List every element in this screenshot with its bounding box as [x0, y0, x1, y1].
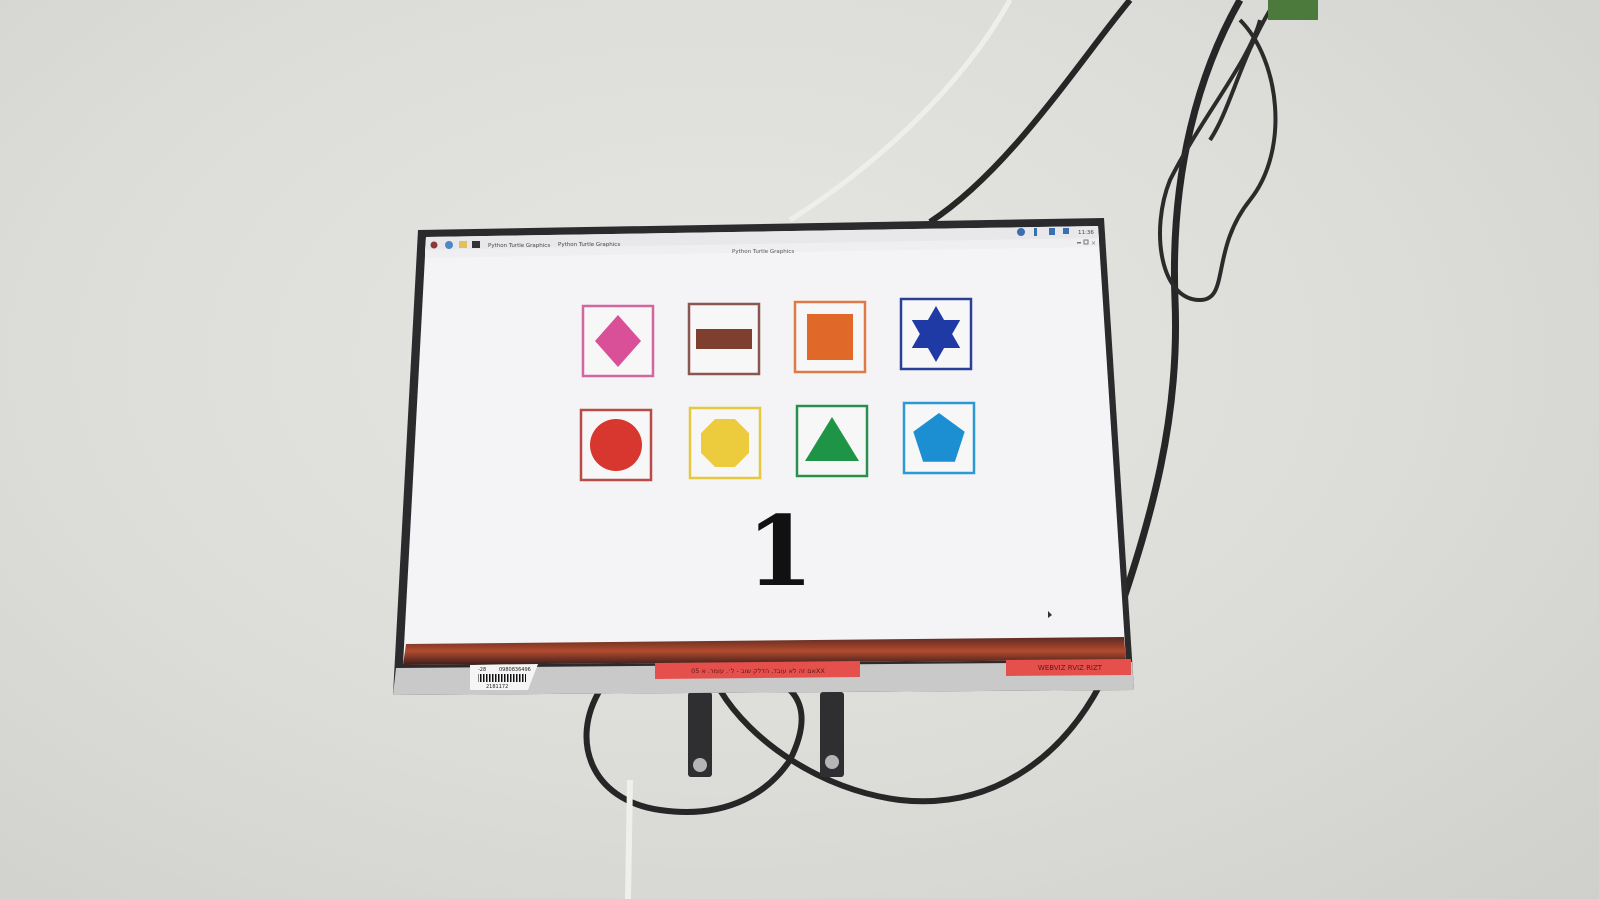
asset-tag-serial: 2181172: [486, 684, 508, 690]
volume-icon[interactable]: [1063, 228, 1069, 234]
circle-shape-icon: [590, 419, 642, 471]
barcode-icon: [478, 674, 526, 682]
svg-text:×: ×: [1091, 240, 1096, 247]
rectangle-shape-icon: [696, 329, 752, 349]
octagon-shape-icon: [701, 419, 749, 467]
shape-tile-octagon[interactable]: [688, 406, 762, 480]
taskbar-clock: 11:36: [1078, 230, 1094, 236]
window-title: Python Turtle Graphics: [732, 249, 794, 255]
browser-icon[interactable]: [445, 241, 453, 249]
asset-tag-id: 0980836496: [499, 667, 531, 673]
shape-tile-triangle[interactable]: [795, 404, 869, 478]
shape-tile-star[interactable]: [899, 297, 973, 371]
window-close-icon[interactable]: ×: [1091, 240, 1096, 247]
photo-scene: Python Turtle Graphics Python Turtle Gra…: [0, 0, 1599, 899]
bluetooth-icon[interactable]: [1034, 228, 1037, 236]
terminal-icon[interactable]: [472, 241, 480, 248]
warning-sticker-text: אם זה לא עובד, הדלק שוב - ל׳. עומר. א 05…: [691, 667, 825, 675]
counter-number: 1: [747, 495, 814, 608]
asset-tag-sticker: -28 0980836496 2181172: [470, 664, 538, 690]
asset-tag-small: -28: [478, 667, 486, 673]
shape-tile-diamond[interactable]: [581, 304, 655, 378]
monitor: Python Turtle Graphics Python Turtle Gra…: [393, 218, 1134, 695]
wifi-icon[interactable]: [1049, 228, 1055, 235]
network-icon[interactable]: [1017, 228, 1025, 236]
square-shape-icon: [807, 314, 853, 360]
shape-tile-circle[interactable]: [579, 408, 653, 482]
name-sticker: WEBVIZ RVIZ RIZT: [1006, 659, 1131, 676]
name-sticker-text: WEBVIZ RVIZ RIZT: [1038, 664, 1103, 672]
shape-tile-square[interactable]: [793, 300, 867, 374]
window-minimize-icon[interactable]: [1077, 242, 1081, 244]
shape-tile-rectangle[interactable]: [687, 302, 761, 376]
taskbar-menu-icon[interactable]: [430, 241, 438, 249]
shape-tile-pentagon[interactable]: [902, 401, 976, 475]
warning-sticker: אם זה לא עובד, הדלק שוב - ל׳. עומר. א 05…: [655, 661, 860, 679]
folder-icon[interactable]: [459, 241, 467, 248]
